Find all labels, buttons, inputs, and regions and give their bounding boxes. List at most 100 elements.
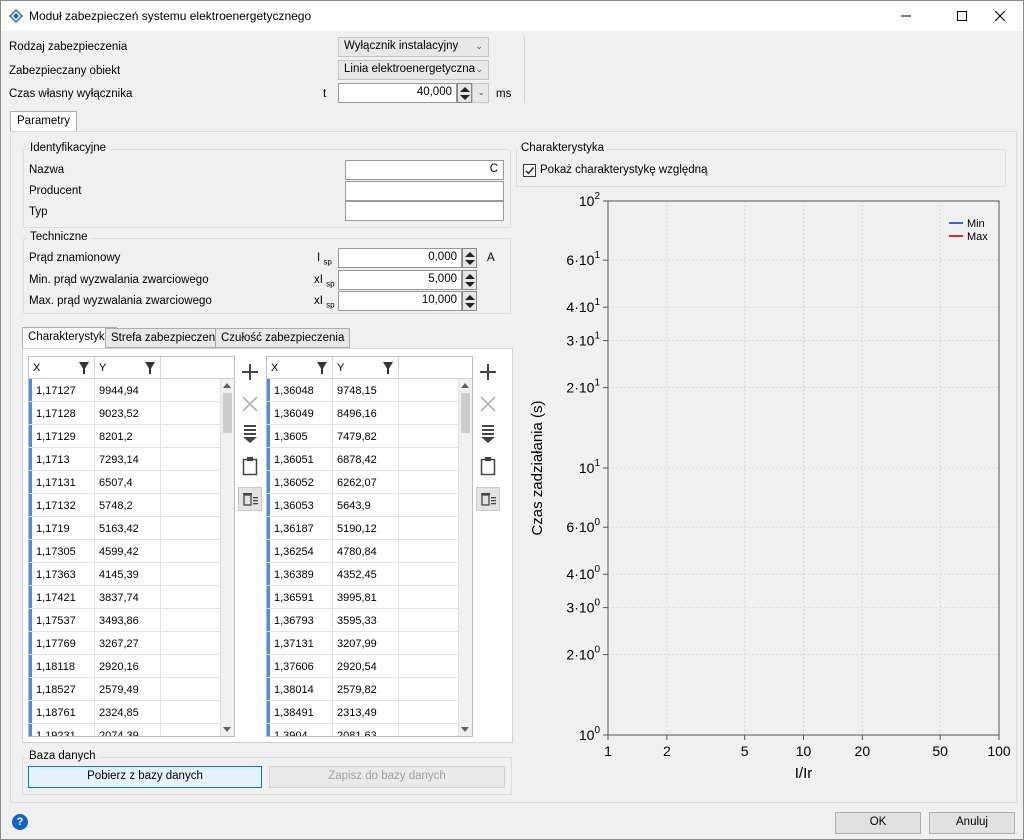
table-row[interactable]: 1,3605 7479,82 <box>267 425 472 448</box>
cell-y[interactable]: 8201,2 <box>95 425 161 448</box>
cell-x[interactable]: 1,17421 <box>32 586 95 609</box>
move-down-button[interactable] <box>476 422 500 446</box>
table-row[interactable]: 1,17128 9023,52 <box>29 402 234 425</box>
characteristic-grid-right[interactable]: X Y 1,36048 9748,15 1,36049 8496,16 1,3605 74… <box>266 356 473 737</box>
min-trip-current-spinner[interactable] <box>462 270 477 290</box>
cell-x[interactable]: 1,17363 <box>32 563 95 586</box>
cell-x[interactable]: 1,3605 <box>270 425 333 448</box>
table-row[interactable]: 1,18118 2920,16 <box>29 655 234 678</box>
paste-button[interactable] <box>238 454 262 478</box>
table-row[interactable]: 1,36049 8496,16 <box>267 402 472 425</box>
table-row[interactable]: 1,17129 8201,2 <box>29 425 234 448</box>
cell-x[interactable]: 1,17129 <box>32 425 95 448</box>
table-row[interactable]: 1,1719 5163,42 <box>29 517 234 540</box>
delete-row-button[interactable] <box>476 392 500 416</box>
min-trip-current-input[interactable]: 5,000 <box>338 270 462 290</box>
table-row[interactable]: 1,18761 2324,85 <box>29 701 234 724</box>
cell-y[interactable]: 5643,9 <box>333 494 399 517</box>
breaker-time-spinner[interactable] <box>457 83 472 103</box>
cell-x[interactable]: 1,36052 <box>270 471 333 494</box>
cell-x[interactable]: 1,17537 <box>32 609 95 632</box>
column-y-header[interactable]: Y <box>333 357 399 379</box>
scroll-up-icon[interactable] <box>461 383 469 388</box>
cell-x[interactable]: 1,36053 <box>270 494 333 517</box>
filter-icon[interactable] <box>383 362 393 374</box>
cell-y[interactable]: 3837,74 <box>95 586 161 609</box>
tab-strefa-zabezpieczenia[interactable]: Strefa zabezpieczenia <box>105 328 231 348</box>
relative-characteristic-checkbox[interactable] <box>523 164 536 177</box>
cell-x[interactable]: 1,36591 <box>270 586 333 609</box>
cell-y[interactable]: 5748,2 <box>95 494 161 517</box>
cell-y[interactable]: 2074,39 <box>95 724 161 736</box>
cell-x[interactable]: 1,36389 <box>270 563 333 586</box>
cell-x[interactable]: 1,38491 <box>270 701 333 724</box>
filter-icon[interactable] <box>79 362 89 374</box>
cell-y[interactable]: 3493,86 <box>95 609 161 632</box>
minimize-button[interactable] <box>883 1 929 31</box>
delete-row-button[interactable] <box>238 392 262 416</box>
name-input[interactable]: C <box>345 160 504 180</box>
cell-x[interactable]: 1,1719 <box>32 517 95 540</box>
cell-x[interactable]: 1,37606 <box>270 655 333 678</box>
table-row[interactable]: 1,17305 4599,42 <box>29 540 234 563</box>
table-row[interactable]: 1,36048 9748,15 <box>267 379 472 402</box>
add-row-button[interactable] <box>238 360 262 384</box>
clear-button[interactable] <box>476 487 500 511</box>
cell-x[interactable]: 1,37131 <box>270 632 333 655</box>
cell-y[interactable]: 4599,42 <box>95 540 161 563</box>
paste-button[interactable] <box>476 454 500 478</box>
close-button[interactable] <box>977 1 1023 31</box>
rated-current-spinner[interactable] <box>462 248 477 268</box>
add-row-button[interactable] <box>476 360 500 384</box>
table-row[interactable]: 1,36187 5190,12 <box>267 517 472 540</box>
rated-current-input[interactable]: 0,000 <box>338 248 462 268</box>
cell-x[interactable]: 1,36049 <box>270 402 333 425</box>
column-x-header[interactable]: X <box>29 357 95 379</box>
scrollbar-thumb[interactable] <box>223 393 232 433</box>
cell-y[interactable]: 2579,49 <box>95 678 161 701</box>
table-row[interactable]: 1,36052 6262,07 <box>267 471 472 494</box>
vertical-scrollbar[interactable] <box>458 379 472 736</box>
cell-x[interactable]: 1,17769 <box>32 632 95 655</box>
tab-czulosc-zabezpieczenia[interactable]: Czułość zabezpieczenia <box>215 328 351 348</box>
cell-y[interactable]: 6878,42 <box>333 448 399 471</box>
cell-y[interactable]: 9748,15 <box>333 379 399 402</box>
table-row[interactable]: 1,36591 3995,81 <box>267 586 472 609</box>
move-down-button[interactable] <box>238 422 262 446</box>
column-x-header[interactable]: X <box>267 357 333 379</box>
table-row[interactable]: 1,38491 2313,49 <box>267 701 472 724</box>
table-row[interactable]: 1,1713 7293,14 <box>29 448 234 471</box>
table-row[interactable]: 1,36793 3595,33 <box>267 609 472 632</box>
table-row[interactable]: 1,36053 5643,9 <box>267 494 472 517</box>
cell-x[interactable]: 1,1713 <box>32 448 95 471</box>
cell-x[interactable]: 1,17127 <box>32 379 95 402</box>
cell-x[interactable]: 1,18761 <box>32 701 95 724</box>
cell-y[interactable]: 2324,85 <box>95 701 161 724</box>
scroll-down-icon[interactable] <box>461 727 469 732</box>
cell-y[interactable]: 2920,16 <box>95 655 161 678</box>
cell-x[interactable]: 1,38014 <box>270 678 333 701</box>
protected-object-select[interactable]: Linia elektroenergetyczna ⌄ <box>338 60 489 80</box>
breaker-time-unit-dropdown[interactable]: ⌄ <box>472 83 489 103</box>
cell-x[interactable]: 1,3904 <box>270 724 333 736</box>
table-row[interactable]: 1,17537 3493,86 <box>29 609 234 632</box>
table-row[interactable]: 1,37131 3207,99 <box>267 632 472 655</box>
cell-y[interactable]: 7293,14 <box>95 448 161 471</box>
cell-y[interactable]: 4780,84 <box>333 540 399 563</box>
cell-y[interactable]: 5190,12 <box>333 517 399 540</box>
cell-x[interactable]: 1,36048 <box>270 379 333 402</box>
cell-x[interactable]: 1,17131 <box>32 471 95 494</box>
type-input[interactable] <box>345 201 504 221</box>
cell-y[interactable]: 8496,16 <box>333 402 399 425</box>
cell-x[interactable]: 1,36187 <box>270 517 333 540</box>
save-to-database-button[interactable]: Zapisz do bazy danych <box>269 766 505 788</box>
clear-button[interactable] <box>238 487 262 511</box>
cell-y[interactable]: 6262,07 <box>333 471 399 494</box>
table-row[interactable]: 1,18527 2579,49 <box>29 678 234 701</box>
cell-y[interactable]: 2313,49 <box>333 701 399 724</box>
ok-button[interactable]: OK <box>835 812 921 834</box>
table-row[interactable]: 1,17421 3837,74 <box>29 586 234 609</box>
cell-x[interactable]: 1,36793 <box>270 609 333 632</box>
table-row[interactable]: 1,3904 2081,63 <box>267 724 472 736</box>
cell-y[interactable]: 3267,27 <box>95 632 161 655</box>
